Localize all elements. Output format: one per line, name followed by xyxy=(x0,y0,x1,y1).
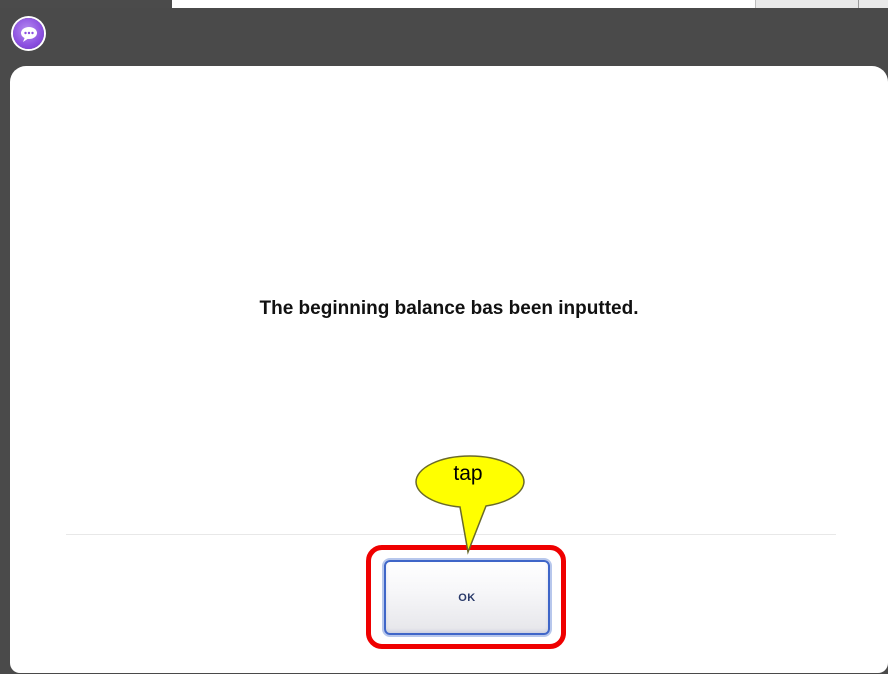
background-window-strip xyxy=(0,0,888,8)
chat-bubble-icon[interactable] xyxy=(13,18,44,49)
background-window-dark-segment xyxy=(0,0,172,8)
background-window-light-segment xyxy=(755,0,888,8)
dialog-message: The beginning balance bas been inputted. xyxy=(259,298,639,319)
app-screen: The beginning balance bas been inputted.… xyxy=(0,0,888,674)
chat-bubble-glyph xyxy=(20,26,37,42)
callout-label: tap xyxy=(453,462,483,485)
ok-button[interactable]: OK xyxy=(384,560,550,635)
background-window-divider xyxy=(858,0,859,8)
